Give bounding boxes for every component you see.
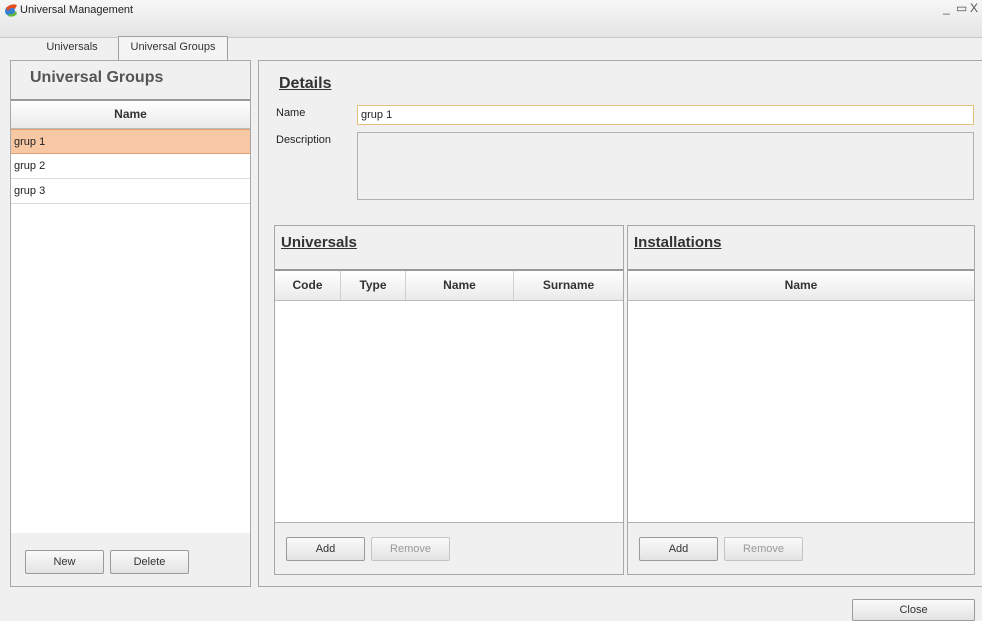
description-field[interactable] — [357, 132, 974, 200]
column-surname-header[interactable]: Surname — [514, 271, 623, 300]
universals-grid[interactable] — [275, 301, 623, 523]
universals-panel: Universals Code Type Name Surname Add Re… — [274, 225, 624, 575]
close-window-button[interactable]: X — [970, 1, 978, 15]
universals-title: Universals — [281, 234, 357, 251]
installations-grid-header: Name — [628, 269, 974, 301]
new-button[interactable]: New — [25, 550, 104, 574]
title-bar: Universal Management _ ▭ X — [0, 0, 982, 38]
groups-panel: Universal Groups Name grup 1 grup 2 grup… — [10, 60, 251, 587]
app-logo-icon — [5, 4, 17, 17]
groups-title: Universal Groups — [30, 69, 164, 86]
delete-button[interactable]: Delete — [110, 550, 189, 574]
name-label: Name — [276, 107, 306, 119]
description-label: Description — [276, 134, 332, 146]
installations-panel: Installations Name Add Remove — [627, 225, 975, 575]
universals-remove-button[interactable]: Remove — [371, 537, 450, 561]
close-button[interactable]: Close — [852, 599, 975, 621]
installations-title: Installations — [634, 234, 722, 251]
installations-add-button[interactable]: Add — [639, 537, 718, 561]
tab-strip: Universals Universal Groups — [0, 36, 982, 60]
column-type-header[interactable]: Type — [341, 271, 406, 300]
column-code-header[interactable]: Code — [275, 271, 341, 300]
list-item[interactable]: grup 1 — [11, 129, 250, 154]
maximize-button[interactable]: ▭ — [956, 1, 967, 15]
installations-grid[interactable] — [628, 301, 974, 523]
list-item[interactable]: grup 2 — [11, 154, 250, 179]
list-item[interactable]: grup 3 — [11, 179, 250, 204]
installations-remove-button[interactable]: Remove — [724, 537, 803, 561]
tab-universals[interactable]: Universals — [28, 37, 116, 59]
minimize-button[interactable]: _ — [943, 1, 950, 15]
window-title: Universal Management — [20, 4, 134, 16]
column-name-header[interactable]: Name — [628, 271, 974, 300]
universals-add-button[interactable]: Add — [286, 537, 365, 561]
name-field[interactable]: grup 1 — [357, 105, 974, 125]
tab-universal-groups[interactable]: Universal Groups — [118, 36, 228, 60]
universals-grid-header: Code Type Name Surname — [275, 269, 623, 301]
details-title: Details — [279, 75, 332, 92]
groups-name-column-header[interactable]: Name — [11, 99, 250, 129]
groups-list: grup 1 grup 2 grup 3 — [11, 129, 250, 533]
details-panel: Details Name grup 1 Description Universa… — [258, 60, 982, 587]
column-name-header[interactable]: Name — [406, 271, 514, 300]
